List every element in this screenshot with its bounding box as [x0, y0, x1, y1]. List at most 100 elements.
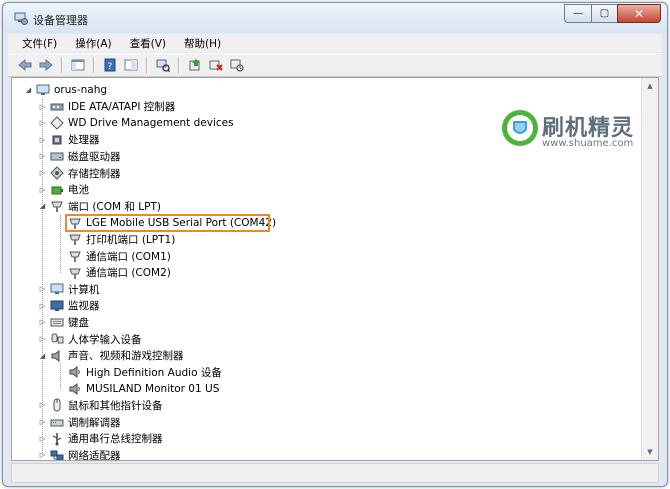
- collapsed-arrow-icon[interactable]: ▷: [38, 335, 47, 344]
- disable-device-icon: [230, 59, 244, 72]
- tree-item-label: 计算机: [68, 283, 100, 296]
- tree-item[interactable]: ◢ 声音、视频和游戏控制器: [38, 348, 184, 364]
- expanded-arrow-icon[interactable]: ◢: [38, 351, 47, 360]
- close-button[interactable]: ✕: [617, 4, 661, 23]
- scroll-up-icon[interactable]: ▲: [642, 78, 658, 94]
- processor-icon: [50, 133, 64, 147]
- tree-child-item[interactable]: MUSILAND Monitor 01 US: [56, 381, 219, 397]
- tree-item[interactable]: ▷ 监视器: [38, 298, 100, 314]
- device-tree-pane[interactable]: ◢ orus-nahg ▷ IDE ATA/ATAPI 控制器 ▷ WD Drive Ma…: [11, 77, 659, 461]
- keyboard-icon: [50, 315, 64, 329]
- tree-child-item[interactable]: High Definition Audio 设备: [56, 364, 222, 380]
- tree-child-connector-line: [60, 214, 61, 273]
- toolbar-separator: [61, 57, 63, 73]
- device-manager-window: 设备管理器 — ▢ ✕ 文件(F) 操作(A) 查看(V) 帮助(H) ? ◢ …: [2, 2, 668, 487]
- status-bar: [11, 463, 659, 483]
- disable-button[interactable]: [228, 57, 246, 73]
- shuame-logo-icon: [502, 110, 538, 146]
- tree-child-item[interactable]: 通信端口 (COM2): [56, 265, 171, 281]
- tree-item[interactable]: ▷ 鼠标和其他指针设备: [38, 397, 163, 413]
- collapsed-arrow-icon[interactable]: ▷: [38, 135, 47, 144]
- back-button[interactable]: [16, 57, 34, 73]
- toolbar-separator: [93, 57, 95, 73]
- tree-item-label: IDE ATA/ATAPI 控制器: [68, 101, 176, 114]
- expanded-arrow-icon[interactable]: ◢: [24, 86, 33, 95]
- back-arrow-icon: [18, 59, 32, 71]
- speaker-icon: [68, 382, 82, 396]
- expanded-arrow-icon[interactable]: ◢: [38, 202, 47, 211]
- show-hide-tree-button[interactable]: [69, 57, 87, 73]
- tree-item-label: 处理器: [68, 134, 100, 147]
- device-manager-icon: [14, 12, 28, 25]
- collapsed-arrow-icon[interactable]: ▷: [38, 152, 47, 161]
- menu-bar: 文件(F) 操作(A) 查看(V) 帮助(H): [8, 34, 662, 52]
- watermark-url: www.shuame.com: [542, 138, 634, 149]
- menu-view[interactable]: 查看(V): [119, 36, 173, 51]
- help-button[interactable]: [122, 57, 140, 73]
- toolbar: ?: [8, 53, 662, 77]
- tree-item[interactable]: ▷ WD Drive Management devices: [38, 115, 234, 131]
- tree-item-label: 通用串行总线控制器: [68, 433, 163, 446]
- collapsed-arrow-icon[interactable]: ▷: [38, 119, 47, 128]
- collapsed-arrow-icon[interactable]: ▷: [38, 285, 47, 294]
- disk-drive-icon: [50, 149, 64, 163]
- collapsed-arrow-icon[interactable]: ▷: [38, 169, 47, 178]
- properties-icon: ?: [104, 58, 116, 72]
- menu-file[interactable]: 文件(F): [8, 36, 64, 51]
- tree-item-label: 键盘: [68, 316, 89, 329]
- tree-root-computer[interactable]: ◢ orus-nahg: [24, 82, 107, 98]
- tree-item[interactable]: ◢ 端口 (COM 和 LPT): [38, 198, 161, 214]
- help-pane-icon: [124, 59, 138, 71]
- properties-button[interactable]: ?: [101, 57, 119, 73]
- collapsed-arrow-icon[interactable]: ▷: [38, 102, 47, 111]
- tree-item[interactable]: ▷ 存储控制器: [38, 165, 121, 181]
- tree-item[interactable]: ▷ 计算机: [38, 281, 100, 297]
- tree-item[interactable]: ▷ 调制解调器: [38, 414, 121, 430]
- collapsed-arrow-icon[interactable]: ▷: [38, 451, 47, 460]
- wd-device-icon: [50, 116, 64, 130]
- tree-item[interactable]: ▷ 磁盘驱动器: [38, 148, 121, 164]
- sound-icon: [50, 349, 64, 363]
- vertical-scrollbar[interactable]: ▲ ▼: [641, 78, 658, 460]
- scan-hardware-button[interactable]: [154, 57, 172, 73]
- close-icon: ✕: [633, 6, 645, 21]
- tree-item-label: 磁盘驱动器: [68, 150, 121, 163]
- tree-item[interactable]: ▷ 通用串行总线控制器: [38, 431, 163, 447]
- collapsed-arrow-icon[interactable]: ▷: [38, 418, 47, 427]
- tree-child-item[interactable]: 打印机端口 (LPT1): [56, 231, 175, 247]
- collapsed-arrow-icon[interactable]: ▷: [38, 301, 47, 310]
- menu-action[interactable]: 操作(A): [64, 36, 118, 51]
- tree-item-label: 网络适配器: [68, 449, 121, 461]
- tree-item-label: orus-nahg: [54, 84, 108, 96]
- collapsed-arrow-icon[interactable]: ▷: [38, 434, 47, 443]
- update-driver-icon: [189, 59, 200, 71]
- hid-icon: [50, 332, 64, 346]
- port-icon: [50, 199, 64, 213]
- tree-item[interactable]: ▷ 人体学输入设备: [38, 331, 142, 347]
- tree-child-item[interactable]: 通信端口 (COM1): [56, 248, 171, 264]
- minimize-button[interactable]: —: [564, 4, 591, 23]
- tree-item[interactable]: ▷ 键盘: [38, 314, 89, 330]
- menu-help[interactable]: 帮助(H): [173, 36, 228, 51]
- collapsed-arrow-icon[interactable]: ▷: [38, 318, 47, 327]
- collapsed-arrow-icon[interactable]: ▷: [38, 185, 47, 194]
- uninstall-button[interactable]: [207, 57, 225, 73]
- battery-icon: [50, 183, 64, 197]
- tree-item[interactable]: ▷ IDE ATA/ATAPI 控制器: [38, 99, 175, 115]
- collapsed-arrow-icon[interactable]: ▷: [38, 401, 47, 410]
- watermark: 刷机精灵 www.shuame.com: [500, 108, 635, 158]
- tree-item[interactable]: ▷ 处理器: [38, 132, 100, 148]
- title-bar[interactable]: 设备管理器 — ▢ ✕: [3, 3, 667, 33]
- storage-controller-icon: [50, 166, 64, 180]
- tree-item[interactable]: ▷ 电池: [38, 182, 89, 198]
- scroll-down-icon[interactable]: ▼: [642, 444, 658, 460]
- tree-item-label: High Definition Audio 设备: [86, 366, 222, 379]
- scan-hardware-icon: [156, 59, 170, 72]
- tree-item[interactable]: ▷ 网络适配器: [38, 447, 121, 461]
- tree-item-label: 通信端口 (COM2): [86, 267, 171, 280]
- console-tree-icon: [71, 59, 85, 71]
- computer-icon: [36, 83, 50, 97]
- update-driver-button[interactable]: [186, 57, 204, 73]
- forward-button[interactable]: [37, 57, 55, 73]
- maximize-button[interactable]: ▢: [591, 4, 617, 23]
